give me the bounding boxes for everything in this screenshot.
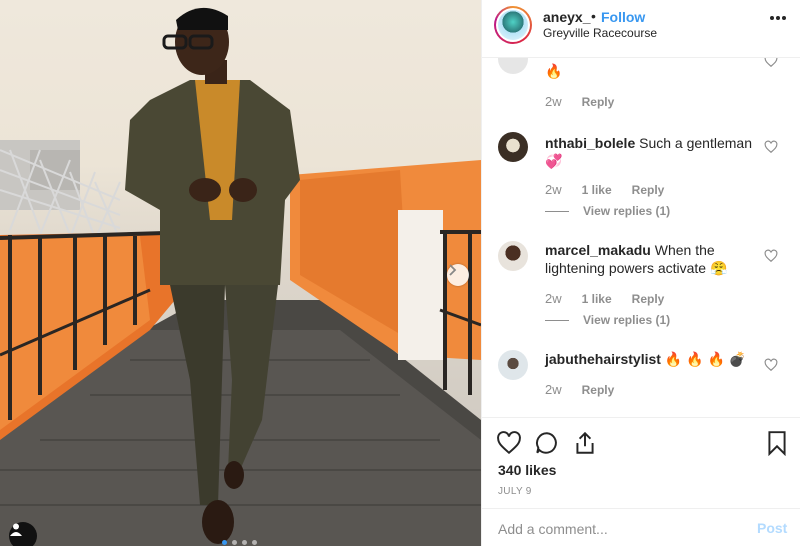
comment-heart-icon[interactable] xyxy=(764,140,778,154)
divider-line xyxy=(545,210,569,212)
commenter-username[interactable]: marcel_makadu xyxy=(545,242,651,258)
view-replies-label: View replies (1) xyxy=(583,204,671,218)
post-header: aneyx_ • Follow Greyville Racecourse xyxy=(482,0,800,58)
commenter-avatar[interactable] xyxy=(498,132,528,162)
share-icon[interactable] xyxy=(572,430,598,456)
photo-illustration xyxy=(0,7,481,546)
comment-body: 🔥 🔥 🔥 💣 xyxy=(664,351,747,367)
comment-bubble-icon[interactable] xyxy=(534,430,560,456)
comment-age[interactable]: 2w xyxy=(545,382,562,397)
location-link[interactable]: Greyville Racecourse xyxy=(543,26,657,40)
commenter-username[interactable]: jabuthehairstylist xyxy=(545,351,661,367)
separator-dot: • xyxy=(591,8,596,24)
comment-text: marcel_makadu When the lightening powers… xyxy=(545,241,765,277)
follow-button[interactable]: Follow xyxy=(601,9,645,25)
owner-username[interactable]: aneyx_ xyxy=(543,9,590,25)
tagged-users-button[interactable] xyxy=(9,522,37,546)
carousel-dot xyxy=(242,540,247,545)
comment-text: 🔥 xyxy=(545,62,765,80)
view-replies-button[interactable]: View replies (1) xyxy=(545,204,670,218)
owner-avatar[interactable] xyxy=(494,6,532,44)
post-actions: 340 likes JULY 9 xyxy=(482,418,800,508)
comment-text: jabuthehairstylist 🔥 🔥 🔥 💣 xyxy=(545,350,775,368)
comment-heart-icon[interactable] xyxy=(764,249,778,263)
more-options-icon[interactable] xyxy=(770,16,786,20)
comment-likes[interactable]: 1 like xyxy=(582,183,612,197)
post-side-panel: aneyx_ • Follow Greyville Racecourse 🔥 2… xyxy=(481,0,800,546)
reply-button[interactable]: Reply xyxy=(632,292,665,306)
reply-button[interactable]: Reply xyxy=(582,383,615,397)
comment-meta: 2w 1 like Reply xyxy=(545,291,664,306)
comment-age[interactable]: 2w xyxy=(545,291,562,306)
comment-heart-icon[interactable] xyxy=(764,358,778,372)
comment-meta: 2w Reply xyxy=(545,94,614,109)
heart-icon[interactable] xyxy=(496,430,522,456)
likes-count[interactable]: 340 likes xyxy=(498,462,556,478)
post-photo[interactable] xyxy=(0,0,481,546)
comments-list[interactable]: 🔥 2w Reply nthabi_bolele Such a gentlema… xyxy=(482,58,800,418)
comment-meta: 2w 1 like Reply xyxy=(545,182,664,197)
comment-text: nthabi_bolele Such a gentleman 💞 xyxy=(545,134,765,170)
post-comment-button[interactable]: Post xyxy=(757,520,787,536)
post-date[interactable]: JULY 9 xyxy=(498,486,532,497)
next-slide-button[interactable] xyxy=(447,264,469,286)
comment-age[interactable]: 2w xyxy=(545,94,562,109)
carousel-dot xyxy=(232,540,237,545)
comment-body: 🔥 xyxy=(545,63,563,79)
bookmark-icon[interactable] xyxy=(764,430,790,456)
chevron-right-icon xyxy=(449,264,457,276)
comment-heart-icon[interactable] xyxy=(764,58,778,68)
reply-button[interactable]: Reply xyxy=(632,183,665,197)
commenter-avatar[interactable] xyxy=(498,241,528,271)
comment-likes[interactable]: 1 like xyxy=(582,292,612,306)
divider-line xyxy=(545,319,569,321)
carousel-indicator xyxy=(222,540,257,545)
reply-button[interactable]: Reply xyxy=(582,95,615,109)
commenter-avatar[interactable] xyxy=(498,58,528,74)
comment-input[interactable] xyxy=(498,519,738,539)
comment-age[interactable]: 2w xyxy=(545,182,562,197)
carousel-dot xyxy=(252,540,257,545)
commenter-avatar[interactable] xyxy=(498,350,528,380)
comment-bar: Post xyxy=(482,508,800,546)
carousel-dot-active xyxy=(222,540,227,545)
commenter-username[interactable]: nthabi_bolele xyxy=(545,135,635,151)
view-replies-label: View replies (1) xyxy=(583,313,671,327)
comment-meta: 2w Reply xyxy=(545,382,614,397)
user-icon xyxy=(10,523,22,536)
view-replies-button[interactable]: View replies (1) xyxy=(545,313,670,327)
